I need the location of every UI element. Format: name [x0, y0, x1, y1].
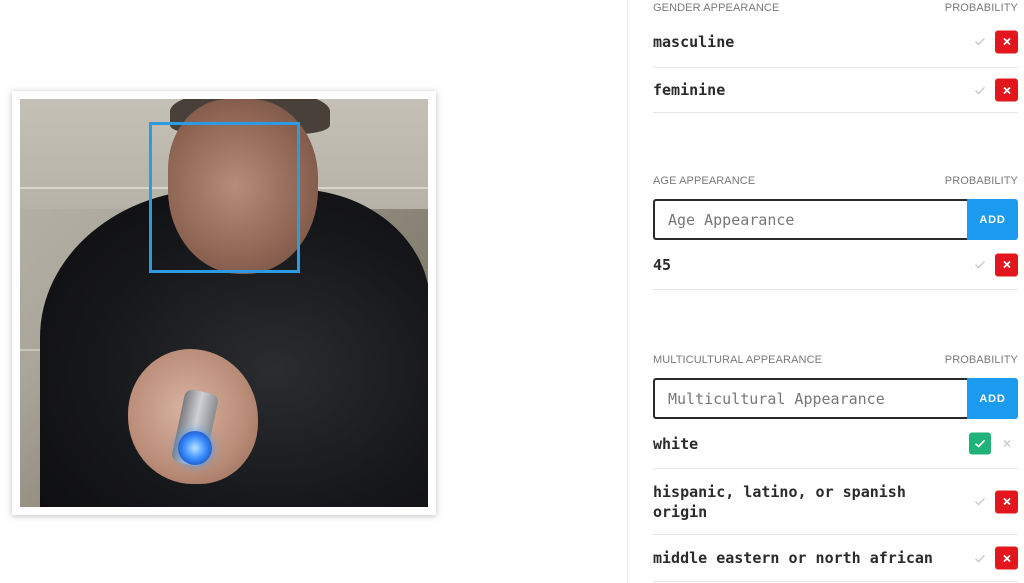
- age-probability-label: PROBABILITY: [944, 175, 1018, 187]
- gender-title: GENDER APPEARANCE: [653, 2, 780, 14]
- multicultural-input-group: ADD: [653, 378, 1018, 419]
- close-icon[interactable]: [995, 546, 1018, 570]
- age-title: AGE APPEARANCE: [653, 175, 756, 187]
- close-icon[interactable]: [995, 432, 1018, 455]
- subject-photo: [20, 99, 428, 507]
- multicultural-item-white: white: [653, 419, 1018, 469]
- multicultural-section: MULTICULTURAL APPEARANCE PROBABILITY ADD…: [653, 352, 1018, 582]
- multicultural-add-button[interactable]: ADD: [967, 378, 1018, 419]
- multicultural-input[interactable]: [653, 378, 967, 419]
- annotation-panel: GENDER APPEARANCE PROBABILITY masculine …: [627, 0, 1024, 583]
- multicultural-title: MULTICULTURAL APPEARANCE: [653, 354, 823, 366]
- multicultural-item-hispanic: hispanic, latino, or spanish origin: [653, 469, 1018, 535]
- gender-header: GENDER APPEARANCE PROBABILITY: [653, 0, 1018, 16]
- age-item-label: 45: [653, 255, 672, 274]
- gender-probability-label: PROBABILITY: [944, 2, 1018, 14]
- image-card: [12, 91, 436, 515]
- gender-item-label: masculine: [653, 32, 735, 51]
- close-icon[interactable]: [995, 78, 1018, 102]
- check-icon[interactable]: [969, 432, 991, 455]
- multicultural-item-label: middle eastern or north african: [653, 549, 933, 567]
- multicultural-header: MULTICULTURAL APPEARANCE PROBABILITY: [653, 352, 1018, 368]
- face-bounding-box[interactable]: [149, 122, 300, 273]
- age-header: AGE APPEARANCE PROBABILITY: [653, 173, 1018, 189]
- check-icon[interactable]: [969, 31, 991, 53]
- age-section: AGE APPEARANCE PROBABILITY ADD 45: [653, 173, 1018, 290]
- multicultural-item-label: white: [653, 434, 699, 453]
- age-input-group: ADD: [653, 199, 1018, 240]
- multicultural-item-label: hispanic, latino, or spanish origin: [653, 482, 906, 521]
- gender-item-label: feminine: [653, 81, 726, 99]
- age-add-button[interactable]: ADD: [967, 199, 1018, 240]
- close-icon[interactable]: [995, 30, 1018, 53]
- check-icon[interactable]: [969, 254, 991, 276]
- page: GENDER APPEARANCE PROBABILITY masculine …: [0, 0, 1024, 583]
- gender-section: GENDER APPEARANCE PROBABILITY masculine …: [653, 0, 1018, 113]
- age-item: 45: [653, 240, 1018, 290]
- gender-item-feminine: feminine: [653, 68, 1018, 113]
- age-input[interactable]: [653, 199, 967, 240]
- gender-item-masculine: masculine: [653, 16, 1018, 68]
- multicultural-item-middle-eastern: middle eastern or north african: [653, 535, 1018, 582]
- close-icon[interactable]: [995, 490, 1018, 513]
- check-icon[interactable]: [969, 491, 991, 513]
- check-icon[interactable]: [969, 79, 991, 101]
- check-icon[interactable]: [969, 547, 991, 569]
- multicultural-probability-label: PROBABILITY: [944, 354, 1018, 366]
- close-icon[interactable]: [995, 253, 1018, 276]
